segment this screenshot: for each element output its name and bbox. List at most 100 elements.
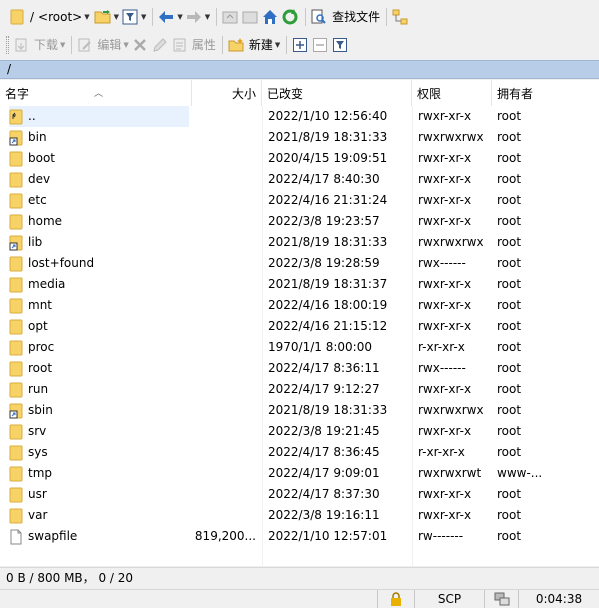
- chevron-down-icon[interactable]: ▼: [123, 41, 128, 49]
- column-header-rights[interactable]: 权限: [412, 80, 492, 106]
- file-owner: root: [497, 445, 522, 459]
- column-header-changed[interactable]: 已改变: [262, 80, 412, 106]
- tree-view-icon: [391, 8, 409, 26]
- file-changed: 2022/4/17 9:09:01: [268, 466, 380, 480]
- filter-button[interactable]: ▼: [121, 6, 146, 28]
- home-directory-button[interactable]: [261, 6, 279, 28]
- symlink-folder-icon: [9, 130, 23, 146]
- column-header-owner[interactable]: 拥有者: [492, 80, 599, 106]
- column-name-label: 名字: [5, 87, 30, 101]
- folder-icon: [9, 466, 23, 482]
- folder-icon: [9, 340, 23, 356]
- open-directory-button[interactable]: ▼: [94, 6, 119, 28]
- file-changed: 2022/4/16 21:15:12: [268, 319, 388, 333]
- chevron-down-icon[interactable]: ▼: [60, 41, 65, 49]
- filter-select-button[interactable]: [331, 34, 349, 56]
- chevron-down-icon[interactable]: ▼: [84, 13, 89, 21]
- rename-button[interactable]: [151, 34, 169, 56]
- column-changed-label: 已改变: [267, 87, 304, 101]
- unselect-files-button[interactable]: [311, 34, 329, 56]
- file-row[interactable]: root 2022/4/17 8:36:11 rwx------ root: [0, 358, 599, 379]
- file-row[interactable]: etc 2022/4/16 21:31:24 rwxr-xr-x root: [0, 190, 599, 211]
- file-owner: root: [497, 214, 522, 228]
- chevron-down-icon[interactable]: ▼: [141, 13, 146, 21]
- find-files-button[interactable]: 查找文件: [310, 6, 380, 28]
- folder-icon: [9, 151, 23, 167]
- file-row[interactable]: home 2022/3/8 19:23:57 rwxr-xr-x root: [0, 211, 599, 232]
- file-row[interactable]: sys 2022/4/17 8:36:45 r-xr-xr-x root: [0, 442, 599, 463]
- file-row[interactable]: usr 2022/4/17 8:37:30 rwxr-xr-x root: [0, 484, 599, 505]
- file-name-cell: srv: [9, 421, 46, 442]
- file-row[interactable]: boot 2020/4/15 19:09:51 rwxr-xr-x root: [0, 148, 599, 169]
- tree-view-button[interactable]: [391, 6, 409, 28]
- toolbar-grip[interactable]: [6, 35, 9, 54]
- file-row[interactable]: bin 2021/8/19 18:31:33 rwxrwxrwx root: [0, 127, 599, 148]
- protocol-indicator: SCP: [414, 590, 484, 608]
- folder-icon: [9, 214, 23, 230]
- file-name-cell: lost+found: [9, 253, 94, 274]
- file-name: dev: [28, 172, 51, 186]
- delete-button[interactable]: [131, 34, 149, 56]
- chevron-down-icon[interactable]: ▼: [177, 13, 182, 21]
- properties-button[interactable]: 属性: [171, 34, 216, 56]
- folder-icon: [9, 298, 23, 314]
- chevron-down-icon[interactable]: ▼: [275, 41, 280, 49]
- parent-directory-button[interactable]: [221, 6, 239, 28]
- path-dropdown[interactable]: / <root> ▼: [6, 7, 92, 27]
- file-rights: rwx------: [418, 256, 466, 270]
- file-row[interactable]: .. 2022/1/10 12:56:40 rwxr-xr-x root: [0, 106, 599, 127]
- file-row[interactable]: media 2021/8/19 18:31:37 rwxr-xr-x root: [0, 274, 599, 295]
- column-header-name[interactable]: 名字 ︿: [0, 80, 192, 106]
- file-row[interactable]: swapfile 819,200... 2022/1/10 12:57:01 rw--…: [0, 526, 599, 547]
- file-row[interactable]: lost+found 2022/3/8 19:28:59 rwx------ root: [0, 253, 599, 274]
- file-rights: rwx------: [418, 361, 466, 375]
- file-name: mnt: [28, 298, 52, 312]
- file-row[interactable]: proc 1970/1/1 8:00:00 r-xr-xr-x root: [0, 337, 599, 358]
- download-button[interactable]: 下载 ▼: [13, 34, 65, 56]
- file-owner: www-...: [497, 466, 543, 480]
- file-name-cell: dev: [9, 169, 50, 190]
- file-rights: rwxrwxrwx: [418, 403, 484, 417]
- symlink-folder-icon: [9, 235, 23, 251]
- file-row[interactable]: lib 2021/8/19 18:31:33 rwxrwxrwx root: [0, 232, 599, 253]
- edit-button[interactable]: 编辑 ▼: [76, 34, 129, 56]
- file-row[interactable]: mnt 2022/4/16 18:00:19 rwxr-xr-x root: [0, 295, 599, 316]
- column-header-size[interactable]: 大小: [192, 80, 262, 106]
- file-size: 819,200...: [194, 529, 256, 543]
- file-owner: root: [497, 487, 522, 501]
- file-name: var: [28, 508, 48, 522]
- file-row[interactable]: opt 2022/4/16 21:15:12 rwxr-xr-x root: [0, 316, 599, 337]
- current-path-bar[interactable]: /: [0, 60, 599, 79]
- file-row[interactable]: srv 2022/3/8 19:21:45 rwxr-xr-x root: [0, 421, 599, 442]
- file-name: srv: [28, 424, 47, 438]
- toolbar-separator: [221, 35, 223, 54]
- home-icon: [261, 8, 279, 26]
- file-name: run: [28, 382, 49, 396]
- select-files-button[interactable]: [291, 34, 309, 56]
- back-button[interactable]: ▼: [157, 6, 183, 28]
- file-row[interactable]: tmp 2022/4/17 9:09:01 rwxrwxrwt www-...: [0, 463, 599, 484]
- refresh-button[interactable]: [281, 6, 299, 28]
- minus-icon: [311, 36, 329, 54]
- new-button[interactable]: 新建 ▼: [227, 34, 280, 56]
- file-owner: root: [497, 298, 522, 312]
- file-name-cell: ..: [9, 106, 189, 127]
- file-row[interactable]: var 2022/3/8 19:16:11 rwxr-xr-x root: [0, 505, 599, 526]
- session-status-bar: SCP 0:04:38: [0, 589, 599, 608]
- file-changed: 2021/8/19 18:31:33: [268, 403, 388, 417]
- file-name: swapfile: [28, 529, 78, 543]
- file-owner: root: [497, 319, 522, 333]
- file-row[interactable]: dev 2022/4/17 8:40:30 rwxr-xr-x root: [0, 169, 599, 190]
- chevron-down-icon[interactable]: ▼: [205, 13, 210, 21]
- chevron-down-icon[interactable]: ▼: [114, 13, 119, 21]
- delete-icon: [131, 36, 149, 54]
- file-row[interactable]: sbin 2021/8/19 18:31:33 rwxrwxrwx root: [0, 400, 599, 421]
- file-row[interactable]: run 2022/4/17 9:12:27 rwxr-xr-x root: [0, 379, 599, 400]
- root-directory-button[interactable]: [241, 6, 259, 28]
- forward-button[interactable]: ▼: [185, 6, 210, 28]
- file-changed: 2022/1/10 12:57:01: [268, 529, 388, 543]
- file-name-cell: home: [9, 211, 62, 232]
- plus-icon: [291, 36, 309, 54]
- file-name-cell: opt: [9, 316, 48, 337]
- file-name-cell: var: [9, 505, 47, 526]
